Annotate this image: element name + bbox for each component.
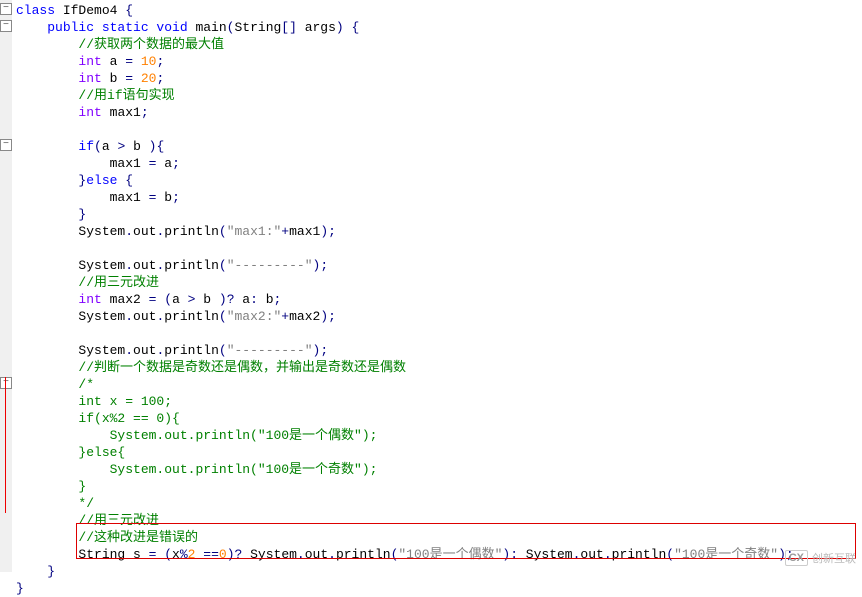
code-line[interactable]: //用if语句实现 xyxy=(16,87,862,104)
code-line[interactable]: }else{ xyxy=(16,444,862,461)
code-line[interactable]: class IfDemo4 { xyxy=(16,2,862,19)
code-editor[interactable]: − − − − class IfDemo4 { public static void … xyxy=(0,0,862,572)
code-line[interactable]: /* xyxy=(16,376,862,393)
block-guide xyxy=(5,377,6,513)
code-line[interactable] xyxy=(16,325,862,342)
code-line[interactable]: System.out.println("max2:"+max2); xyxy=(16,308,862,325)
fold-toggle[interactable]: − xyxy=(0,139,12,151)
code-line[interactable]: max1 = a; xyxy=(16,155,862,172)
code-line[interactable]: int x = 100; xyxy=(16,393,862,410)
code-line[interactable]: */ xyxy=(16,495,862,512)
code-line[interactable]: System.out.println("---------"); xyxy=(16,342,862,359)
code-line[interactable]: //用三元改进 xyxy=(16,274,862,291)
fold-toggle[interactable]: − xyxy=(0,3,12,15)
code-line[interactable]: int max1; xyxy=(16,104,862,121)
code-line[interactable]: System.out.println("---------"); xyxy=(16,257,862,274)
code-line[interactable]: } xyxy=(16,206,862,223)
fold-toggle[interactable]: − xyxy=(0,20,12,32)
code-line[interactable]: String s = (x%2 ==0)? System.out.println… xyxy=(16,546,862,563)
code-area[interactable]: class IfDemo4 { public static void main(… xyxy=(12,0,862,572)
code-line[interactable]: int a = 10; xyxy=(16,53,862,70)
code-line[interactable]: System.out.println("100是一个偶数"); xyxy=(16,427,862,444)
code-line[interactable]: //这种改进是错误的 xyxy=(16,529,862,546)
code-line[interactable]: } xyxy=(16,478,862,495)
code-line[interactable] xyxy=(16,240,862,257)
code-line[interactable]: max1 = b; xyxy=(16,189,862,206)
code-line[interactable]: System.out.println("100是一个奇数"); xyxy=(16,461,862,478)
code-line[interactable]: //用三元改进 xyxy=(16,512,862,529)
fold-toggle[interactable]: − xyxy=(0,377,12,389)
code-line[interactable]: public static void main(String[] args) { xyxy=(16,19,862,36)
code-line[interactable]: System.out.println("max1:"+max1); xyxy=(16,223,862,240)
code-line[interactable]: }else { xyxy=(16,172,862,189)
code-line[interactable]: int max2 = (a > b )? a: b; xyxy=(16,291,862,308)
fold-gutter: − − − − xyxy=(0,0,12,572)
code-line[interactable]: //获取两个数据的最大值 xyxy=(16,36,862,53)
code-line[interactable]: int b = 20; xyxy=(16,70,862,87)
code-line[interactable]: //判断一个数据是奇数还是偶数，并输出是奇数还是偶数 xyxy=(16,359,862,376)
code-line[interactable]: if(a > b ){ xyxy=(16,138,862,155)
code-line[interactable]: if(x%2 == 0){ xyxy=(16,410,862,427)
code-line[interactable]: } xyxy=(16,580,862,597)
code-line[interactable] xyxy=(16,121,862,138)
